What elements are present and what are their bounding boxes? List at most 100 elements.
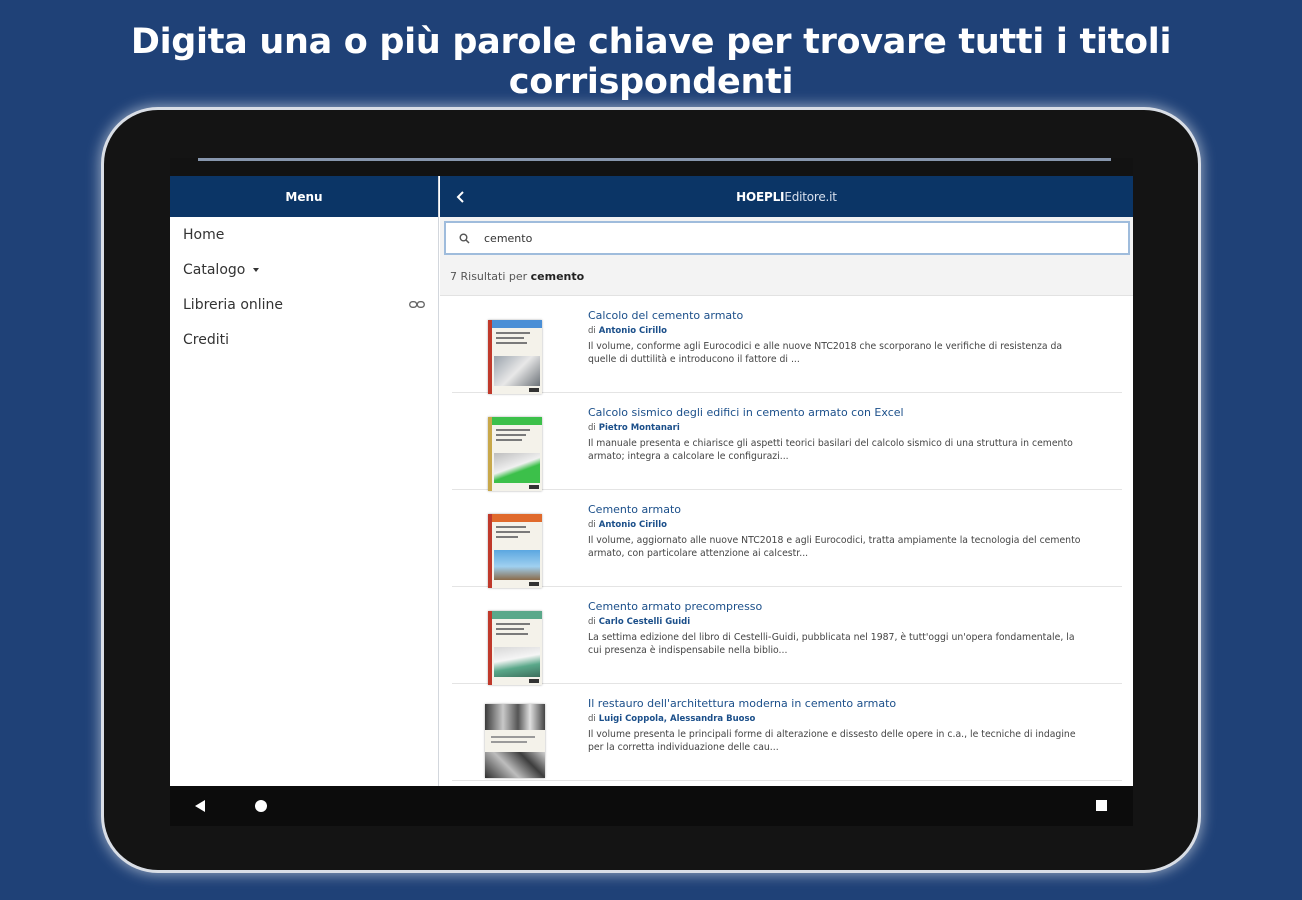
cover-title-line: [496, 434, 526, 436]
results-list: Calcolo del cemento armato di Antonio Ci…: [440, 295, 1133, 786]
cover-title-line: [496, 337, 524, 339]
back-button[interactable]: [450, 186, 472, 208]
status-bar-line: [198, 158, 1111, 161]
book-cover: [485, 704, 545, 778]
result-description: Il volume, conforme agli Eurocodici e al…: [588, 341, 1063, 365]
cover-publisher-mark: [529, 388, 539, 392]
result-title[interactable]: Calcolo del cemento armato: [588, 309, 743, 322]
cover-band: [488, 514, 542, 522]
main-content: HOEPLIEditore.it 7 Risultati per cemento: [440, 176, 1133, 786]
brand-domain: Editore.it: [784, 189, 837, 204]
cover-image: [494, 356, 540, 386]
drawer-item-libreria-online[interactable]: Libreria online: [170, 287, 438, 322]
cover-publisher-mark: [529, 582, 539, 586]
result-description: Il manuale presenta e chiarisce gli aspe…: [588, 438, 1073, 462]
result-description: La settima edizione del libro di Cestell…: [588, 632, 1075, 656]
cover-spine: [488, 320, 492, 394]
cover-spine: [488, 611, 492, 685]
result-author-prefix: di: [588, 617, 596, 627]
results-count: 7 Risultati per cemento: [450, 270, 584, 283]
result-author-name: Antonio Cirillo: [598, 520, 667, 530]
results-count-prefix: 7 Risultati per: [450, 270, 528, 283]
cover-image: [485, 752, 545, 778]
result-author-name: Pietro Montanari: [598, 423, 680, 433]
caret-down-icon: [253, 268, 260, 272]
chevron-left-icon: [456, 191, 464, 203]
cover-spine: [488, 417, 492, 491]
cover-title-line: [496, 342, 527, 344]
search-box[interactable]: [444, 221, 1130, 255]
result-title[interactable]: Il restauro dell'architettura moderna in…: [588, 697, 896, 710]
cover-title-line: [496, 332, 530, 334]
result-author: di Carlo Cestelli Guidi: [588, 617, 690, 627]
drawer-title: Menu: [170, 176, 438, 217]
cover-title-line: [491, 741, 527, 743]
list-item[interactable]: Cemento armato di Antonio Cirillo Il vol…: [452, 490, 1122, 588]
result-author: di Antonio Cirillo: [588, 326, 667, 336]
result-title[interactable]: Cemento armato: [588, 503, 681, 516]
nav-recents-icon[interactable]: [1096, 800, 1107, 811]
cover-image: [494, 550, 540, 580]
cover-title-line: [496, 628, 524, 630]
system-nav-bar: [170, 786, 1133, 826]
cover-spine: [488, 514, 492, 588]
cover-title-line: [491, 736, 535, 738]
cover-title-line: [496, 633, 528, 635]
result-author: di Luigi Coppola, Alessandra Buoso: [588, 714, 755, 724]
drawer-item-crediti[interactable]: Crediti: [170, 322, 438, 357]
cover-publisher-mark: [529, 485, 539, 489]
cover-title-line: [496, 439, 522, 441]
result-description: Il volume, aggiornato alle nuove NTC2018…: [588, 535, 1081, 559]
tablet-screen: Menu Home Catalogo Libreria online Credi…: [170, 158, 1133, 826]
result-author-prefix: di: [588, 423, 596, 433]
cover-band: [488, 417, 542, 425]
navigation-drawer: Menu Home Catalogo Libreria online Credi…: [170, 176, 439, 786]
book-cover: [488, 320, 542, 394]
results-count-term: cemento: [530, 270, 585, 283]
brand-logo: HOEPLIEditore.it: [736, 190, 837, 204]
cover-image: [485, 704, 545, 730]
drawer-item-home[interactable]: Home: [170, 217, 438, 252]
result-author-name: Antonio Cirillo: [598, 326, 667, 336]
result-author-name: Luigi Coppola, Alessandra Buoso: [598, 714, 756, 724]
book-cover: [488, 417, 542, 491]
list-item[interactable]: Calcolo sismico degli edifici in cemento…: [452, 393, 1122, 491]
drawer-item-label: Libreria online: [183, 296, 284, 313]
list-item[interactable]: Calcolo del cemento armato di Antonio Ci…: [452, 296, 1122, 394]
search-icon: [459, 233, 470, 244]
drawer-item-catalogo[interactable]: Catalogo: [170, 252, 438, 287]
list-item[interactable]: Il restauro dell'architettura moderna in…: [452, 684, 1122, 781]
nav-back-icon[interactable]: [194, 800, 206, 812]
result-title[interactable]: Cemento armato precompresso: [588, 600, 762, 613]
cover-publisher-mark: [529, 679, 539, 683]
result-title[interactable]: Calcolo sismico degli edifici in cemento…: [588, 406, 904, 419]
app-bar: HOEPLIEditore.it: [440, 176, 1133, 217]
list-item[interactable]: Cemento armato precompresso di Carlo Ces…: [452, 587, 1122, 685]
search-input[interactable]: [484, 231, 1084, 245]
status-bar: [170, 158, 1133, 176]
cover-band: [488, 611, 542, 619]
cover-title-line: [496, 531, 530, 533]
book-cover: [488, 611, 542, 685]
result-author: di Antonio Cirillo: [588, 520, 667, 530]
drawer-item-label: Home: [183, 226, 225, 243]
link-icon: [409, 301, 425, 308]
result-author-name: Carlo Cestelli Guidi: [598, 617, 691, 627]
cover-title-line: [496, 429, 530, 431]
cover-title-line: [496, 536, 518, 538]
headline: Digita una o più parole chiave per trova…: [130, 22, 1172, 102]
brand-name: HOEPLI: [736, 189, 785, 204]
result-author-prefix: di: [588, 714, 596, 724]
result-author: di Pietro Montanari: [588, 423, 680, 433]
cover-image: [494, 647, 540, 677]
nav-home-icon[interactable]: [255, 800, 267, 812]
cover-image: [494, 453, 540, 483]
cover-title-line: [496, 623, 530, 625]
result-description: Il volume presenta le principali forme d…: [588, 729, 1076, 753]
result-author-prefix: di: [588, 520, 596, 530]
drawer-item-label: Catalogo: [183, 261, 246, 278]
cover-band: [488, 320, 542, 328]
cover-title-line: [496, 526, 526, 528]
drawer-item-label: Crediti: [183, 331, 229, 348]
book-cover: [488, 514, 542, 588]
